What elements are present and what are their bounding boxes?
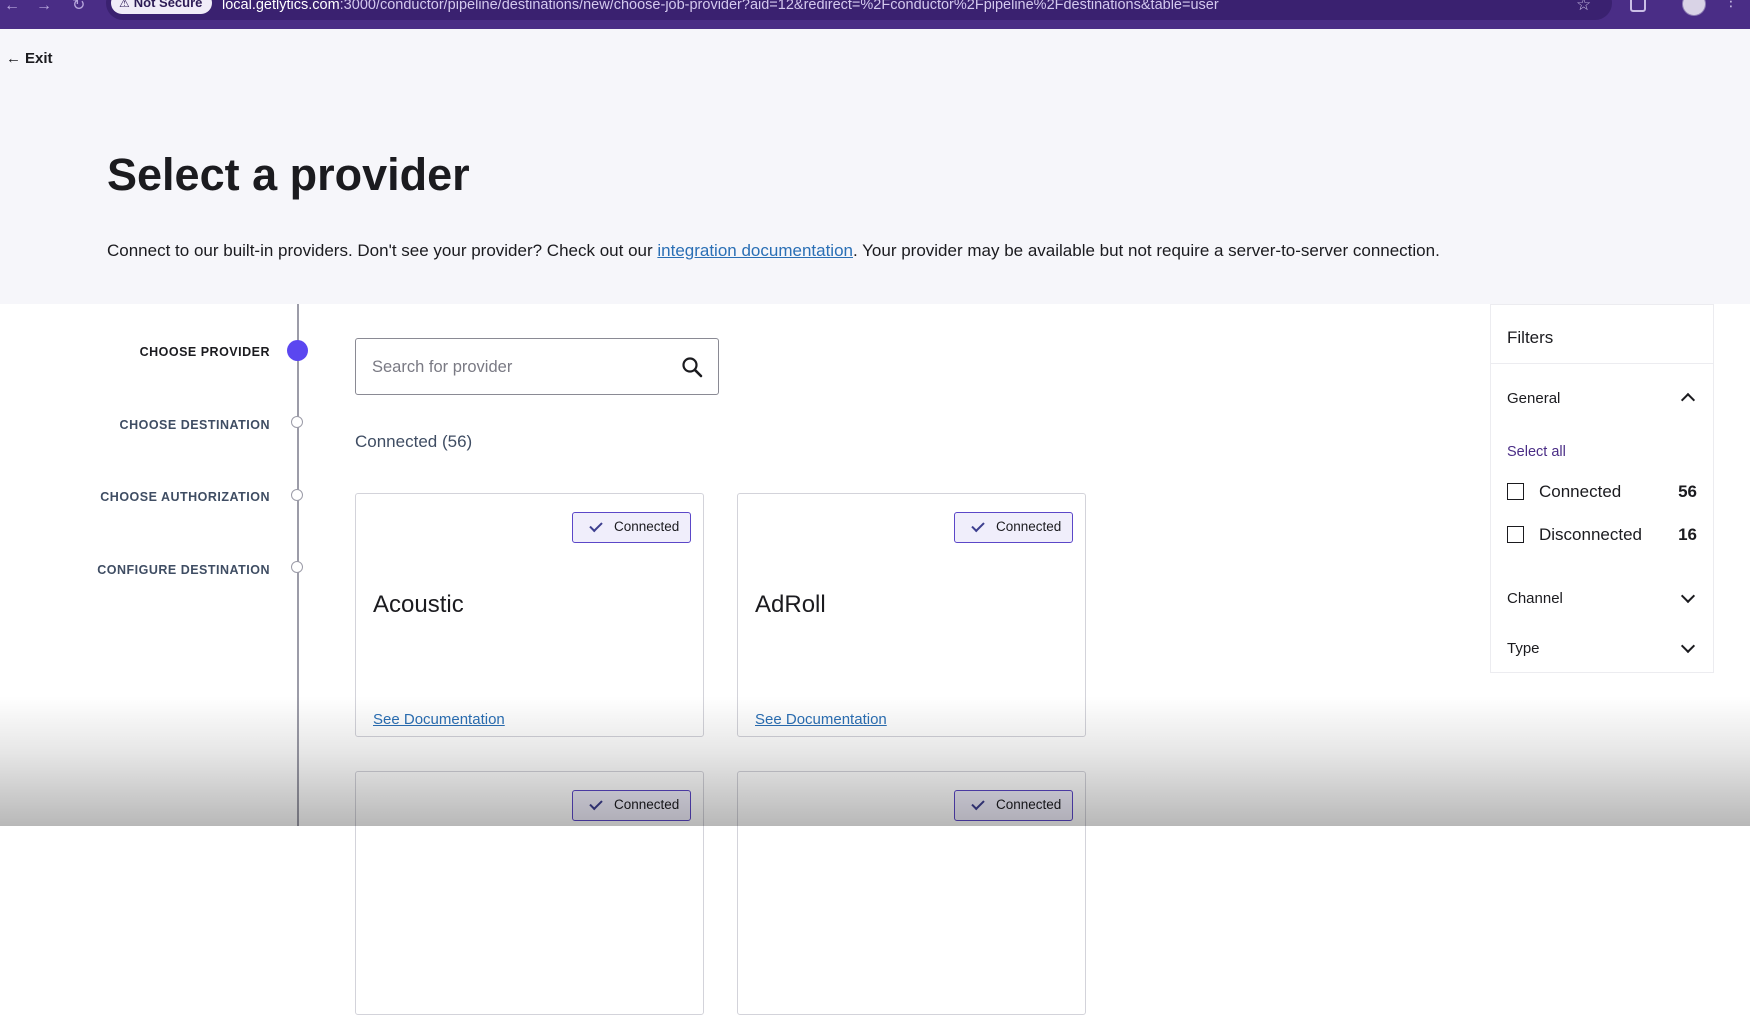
check-icon xyxy=(589,518,603,533)
step-choose-destination: CHOOSE DESTINATION xyxy=(119,418,270,432)
step-configure-destination: CONFIGURE DESTINATION xyxy=(97,563,270,577)
exit-button[interactable]: ← Exit xyxy=(6,50,53,68)
step-dot-active xyxy=(287,340,308,361)
provider-card-acoustic[interactable]: Connected Acoustic See Documentation xyxy=(355,493,704,737)
connected-section-heading: Connected (56) xyxy=(355,432,473,451)
step-dot xyxy=(291,416,303,428)
connected-badge: Connected xyxy=(954,512,1073,543)
filter-option-count: 16 xyxy=(1678,525,1697,544)
intro-text-end: . Your provider may be available but not… xyxy=(853,241,1440,260)
disconnected-checkbox[interactable] xyxy=(1507,526,1524,543)
warning-icon: ⚠ xyxy=(119,0,130,10)
reload-icon[interactable]: ↻ xyxy=(72,0,85,14)
security-chip[interactable]: ⚠ Not Secure xyxy=(111,0,213,14)
back-icon[interactable]: ← xyxy=(4,0,20,14)
url-text[interactable]: local.getlytics.com:3000/conductor/pipel… xyxy=(222,0,1219,14)
search-icon[interactable] xyxy=(681,356,703,378)
connected-badge: Connected xyxy=(572,790,691,821)
browser-menu-icon[interactable]: ⋮ xyxy=(1724,0,1738,8)
step-choose-authorization: CHOOSE AUTHORIZATION xyxy=(100,490,270,504)
connected-checkbox[interactable] xyxy=(1507,483,1524,500)
badge-label: Connected xyxy=(614,797,680,812)
security-label: Not Secure xyxy=(133,0,203,10)
url-host: local.getlytics.com xyxy=(222,0,340,13)
search-input[interactable] xyxy=(370,339,664,396)
provider-card[interactable]: Connected xyxy=(737,771,1086,1015)
filters-panel: Filters General Select all Connected 56 … xyxy=(1490,304,1714,673)
provider-search xyxy=(355,338,719,396)
chevron-up-icon[interactable] xyxy=(1680,392,1696,408)
provider-card-adroll[interactable]: Connected AdRoll See Documentation xyxy=(737,493,1086,737)
select-all-link[interactable]: Select all xyxy=(1507,443,1566,461)
badge-label: Connected xyxy=(996,797,1062,812)
connected-badge: Connected xyxy=(572,512,691,543)
badge-label: Connected xyxy=(614,519,680,534)
bookmark-star-icon[interactable]: ☆ xyxy=(1576,0,1591,13)
provider-name: AdRoll xyxy=(755,591,826,618)
step-choose-provider: CHOOSE PROVIDER xyxy=(139,345,270,359)
provider-card[interactable]: Connected xyxy=(355,771,704,1015)
integration-documentation-link[interactable]: integration documentation xyxy=(657,241,853,260)
extensions-icon[interactable] xyxy=(1630,0,1646,12)
intro-text: Connect to our built-in providers. Don't… xyxy=(107,240,1440,262)
connected-badge: Connected xyxy=(954,790,1073,821)
see-documentation-link[interactable]: See Documentation xyxy=(373,711,505,729)
exit-label: Exit xyxy=(25,50,53,67)
filter-group-general[interactable]: General xyxy=(1507,390,1560,408)
check-icon xyxy=(971,518,985,533)
chevron-down-icon[interactable] xyxy=(1680,638,1696,654)
step-dot xyxy=(291,489,303,501)
filter-group-type[interactable]: Type xyxy=(1507,640,1540,658)
page-title: Select a provider xyxy=(107,149,470,200)
intro-text-start: Connect to our built-in providers. Don't… xyxy=(107,241,658,260)
check-icon xyxy=(971,796,985,811)
provider-name: Acoustic xyxy=(373,591,464,618)
arrow-left-icon: ← xyxy=(6,50,21,67)
profile-avatar[interactable] xyxy=(1682,0,1706,16)
filter-group-channel[interactable]: Channel xyxy=(1507,590,1563,608)
divider xyxy=(1491,363,1713,364)
chevron-down-icon[interactable] xyxy=(1680,588,1696,604)
badge-label: Connected xyxy=(996,519,1062,534)
filter-option-connected[interactable]: Connected 56 xyxy=(1507,481,1697,503)
url-path: :3000/conductor/pipeline/destinations/ne… xyxy=(339,0,1219,13)
browser-toolbar: ← → ↻ ⚠ Not Secure local.getlytics.com:30… xyxy=(0,0,1750,29)
filter-option-count: 56 xyxy=(1678,482,1697,501)
check-icon xyxy=(589,796,603,811)
filters-title: Filters xyxy=(1507,328,1554,347)
forward-icon[interactable]: → xyxy=(36,0,52,14)
see-documentation-link[interactable]: See Documentation xyxy=(755,711,887,729)
filter-option-disconnected[interactable]: Disconnected 16 xyxy=(1507,524,1697,546)
filter-option-label: Connected xyxy=(1539,482,1622,501)
step-dot xyxy=(291,561,303,573)
filter-option-label: Disconnected xyxy=(1539,525,1643,544)
